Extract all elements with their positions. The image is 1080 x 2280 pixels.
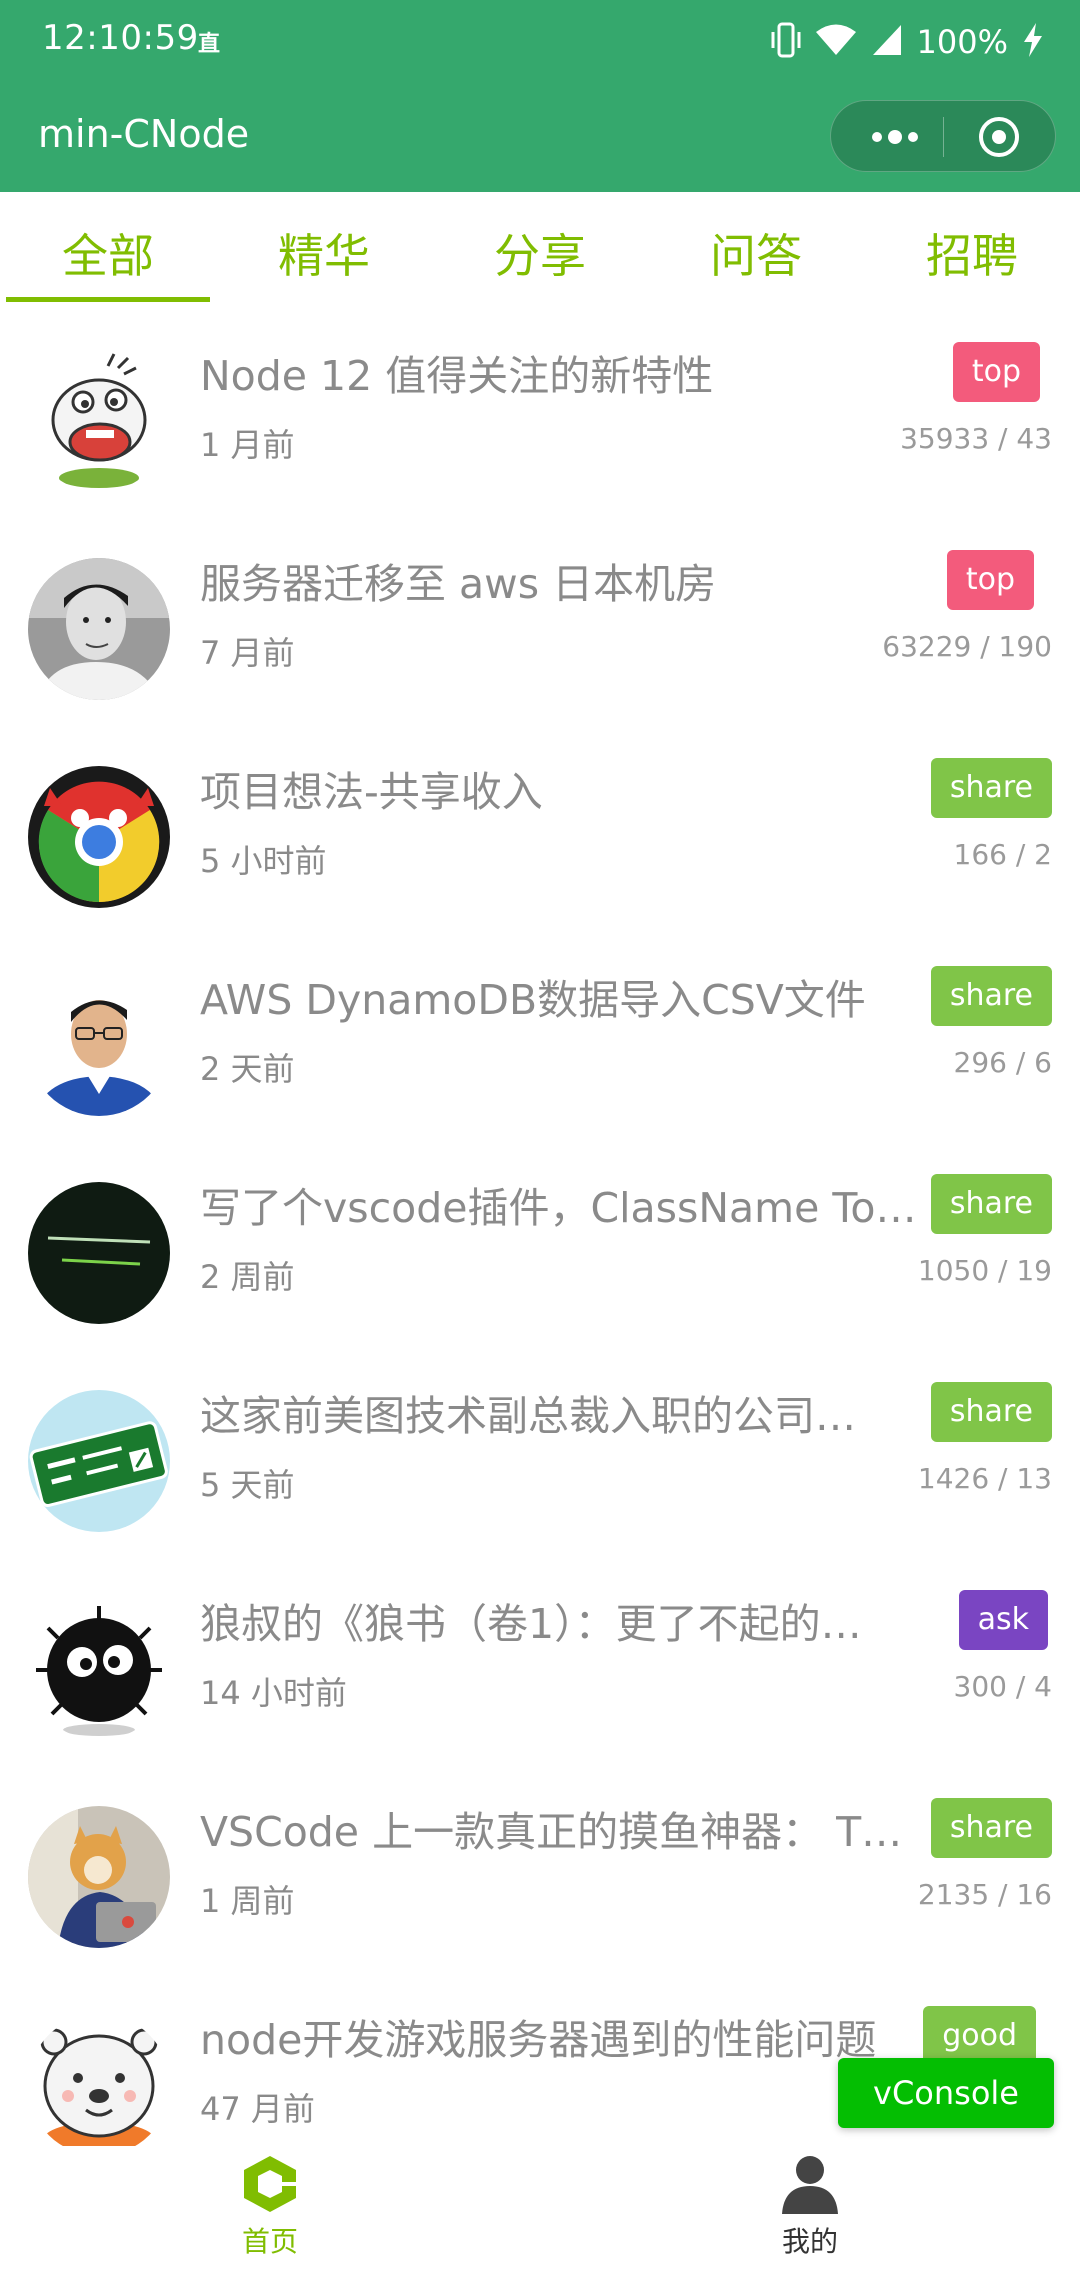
topic-tag-badge: ask [958,1590,1048,1650]
topic-time: 1 月前 [200,426,295,464]
topic-item[interactable]: 服务器迁移至 aws 日本机房 7 月前 top 63229 / 190 [0,510,1080,718]
topic-title[interactable]: 狼叔的《狼书（卷1）：更了不起的… [200,1590,920,1650]
topic-tag-badge: top [952,342,1040,402]
avatar[interactable] [28,2014,170,2156]
tabbar-home-label: 首页 [241,2225,298,2258]
page-title: min-CNode [38,112,250,156]
topic-stats: 63229 / 190 [882,630,1052,663]
tabbar-me[interactable]: 我的 [710,2154,910,2260]
wifi-icon [815,23,857,61]
topic-title[interactable]: node开发游戏服务器遇到的性能问题 [200,2006,920,2066]
topic-title[interactable]: VSCode 上一款真正的摸鱼神器： T… [200,1798,920,1858]
user-icon [780,2156,840,2218]
tab-all[interactable]: 全部 [0,192,216,302]
topic-time: 7 月前 [200,634,295,672]
topic-title[interactable]: 服务器迁移至 aws 日本机房 [200,550,920,610]
signal-icon [871,23,903,61]
tab-job[interactable]: 招聘 [864,192,1080,302]
topic-tag-badge: share [930,758,1052,818]
topic-tag-badge: share [930,1174,1052,1234]
status-bar: 12:10:59 直 100% [0,0,1080,82]
topic-item[interactable]: 写了个vscode插件，ClassName To… 2 周前 share 105… [0,1134,1080,1342]
status-indicator: 直 [198,32,221,57]
topic-stats: 296 / 6 [953,1046,1053,1079]
topic-title[interactable]: 这家前美图技术副总裁入职的公司… [200,1382,920,1442]
topic-time: 5 小时前 [200,842,327,880]
avatar[interactable] [28,1390,170,1532]
avatar[interactable] [28,350,170,492]
topic-stats: 2135 / 16 [917,1878,1052,1911]
topic-tag-badge: share [930,966,1052,1026]
topic-time: 2 周前 [200,1258,295,1296]
topic-title[interactable]: AWS DynamoDB数据导入CSV文件 [200,966,920,1026]
close-mini-program-icon[interactable] [977,115,1021,159]
topic-stats: 1050 / 19 [917,1254,1052,1287]
category-tabs: 全部 精华 分享 问答 招聘 [0,192,1080,302]
topic-list: Node 12 值得关注的新特性 1 月前 top 35933 / 43 服务器… [0,302,1080,2174]
bottom-tab-bar: 首页 我的 [0,2146,1080,2280]
avatar[interactable] [28,974,170,1116]
more-icon[interactable] [865,119,925,155]
topic-time: 5 天前 [200,1466,295,1504]
tabbar-home[interactable]: 首页 [170,2154,370,2260]
topic-tag-badge: share [930,1798,1052,1858]
status-right-group: 100% [771,18,1044,66]
topic-title[interactable]: 项目想法-共享收入 [200,758,920,818]
charging-icon [1022,22,1044,62]
topic-title[interactable]: Node 12 值得关注的新特性 [200,342,920,402]
topic-tag-badge: good [923,2006,1036,2066]
vconsole-button[interactable]: vConsole [838,2058,1054,2128]
avatar[interactable] [28,1806,170,1948]
topic-title[interactable]: 写了个vscode插件，ClassName To… [200,1174,920,1234]
topic-stats: 300 / 4 [953,1670,1053,1703]
tab-good[interactable]: 精华 [216,192,432,302]
vibrate-icon [771,20,801,64]
topic-tag-badge: top [946,550,1034,610]
battery-level: 100% [916,23,1008,61]
topic-item[interactable]: 项目想法-共享收入 5 小时前 share 166 / 2 [0,718,1080,926]
avatar[interactable] [28,1182,170,1324]
mini-program-capsule [830,100,1056,172]
topic-item[interactable]: Node 12 值得关注的新特性 1 月前 top 35933 / 43 [0,302,1080,510]
topic-item[interactable]: VSCode 上一款真正的摸鱼神器： T… 1 周前 share 2135 / … [0,1758,1080,1966]
tab-share[interactable]: 分享 [432,192,648,302]
topic-item[interactable]: AWS DynamoDB数据导入CSV文件 2 天前 share 296 / 6 [0,926,1080,1134]
avatar[interactable] [28,558,170,700]
topic-time: 47 月前 [200,2090,315,2128]
tab-ask[interactable]: 问答 [648,192,864,302]
topic-item[interactable]: 狼叔的《狼书（卷1）：更了不起的… 14 小时前 ask 300 / 4 [0,1550,1080,1758]
topic-item[interactable]: 这家前美图技术副总裁入职的公司… 5 天前 share 1426 / 13 [0,1342,1080,1550]
avatar[interactable] [28,766,170,908]
status-time: 12:10:59 [42,18,199,58]
navigation-bar: min-CNode [0,82,1080,192]
capsule-divider [943,117,944,157]
topic-stats: 35933 / 43 [900,422,1052,455]
avatar[interactable] [28,1598,170,1740]
topic-tag-badge: share [930,1382,1052,1442]
tabbar-me-label: 我的 [781,2225,838,2258]
topic-stats: 166 / 2 [953,838,1053,871]
topic-time: 2 天前 [200,1050,295,1088]
topic-time: 14 小时前 [200,1674,347,1712]
cnode-logo-icon [242,2156,298,2218]
topic-time: 1 周前 [200,1882,295,1920]
topic-stats: 1426 / 13 [917,1462,1052,1495]
